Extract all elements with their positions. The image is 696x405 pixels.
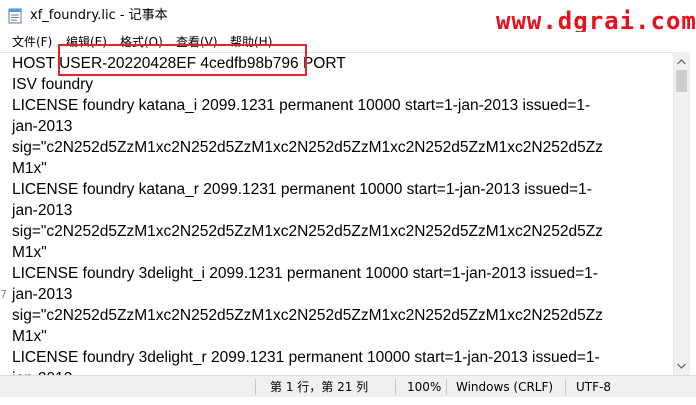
title-bar[interactable]: xf_foundry.lic - 记事本 www.dgrai.com <box>0 0 696 35</box>
status-separator <box>395 379 396 395</box>
text-line: LICENSE foundry 3delight_r 2099.1231 per… <box>12 349 600 366</box>
highlight-annotation-box <box>58 44 307 76</box>
text-line: LICENSE foundry katana_r 2099.1231 perma… <box>12 181 592 198</box>
cursor-position: 第 1 行，第 21 列 <box>270 380 369 394</box>
text-line: jan-2013 <box>12 286 73 303</box>
vertical-scrollbar[interactable] <box>673 52 690 375</box>
text-line: jan-2013 <box>12 118 73 135</box>
chevron-down-icon[interactable] <box>674 358 689 373</box>
status-separator <box>565 379 566 395</box>
text-line: jan-2013 <box>12 202 73 219</box>
menu-file[interactable]: 文件(F) <box>12 33 52 51</box>
text-line: M1x" <box>12 160 47 177</box>
status-bar: 第 1 行，第 21 列 100% Windows (CRLF) UTF-8 <box>0 375 696 397</box>
status-separator <box>446 379 447 395</box>
notepad-icon <box>6 7 24 25</box>
status-separator <box>255 379 256 395</box>
text-line: sig="c2N252d5ZzM1xc2N252d5ZzM1xc2N252d5Z… <box>12 307 603 324</box>
scrollbar-thumb[interactable] <box>676 70 687 92</box>
encoding: UTF-8 <box>576 380 611 394</box>
text-line: ISV foundry <box>12 76 93 93</box>
text-line: LICENSE foundry 3delight_i 2099.1231 per… <box>12 265 598 282</box>
notepad-window: xf_foundry.lic - 记事本 www.dgrai.com 文件(F)… <box>0 0 696 405</box>
text-line: sig="c2N252d5ZzM1xc2N252d5ZzM1xc2N252d5Z… <box>12 139 603 156</box>
text-editor[interactable]: HOST USER-20220428EF 4cedfb98b796 PORT I… <box>0 52 673 375</box>
zoom-level: 100% <box>407 380 442 394</box>
window-title: xf_foundry.lic - 记事本 <box>30 8 168 23</box>
window-bottom-edge <box>0 397 696 405</box>
text-line: M1x" <box>12 244 47 261</box>
text-line: LICENSE foundry katana_i 2099.1231 perma… <box>12 97 591 114</box>
line-ending: Windows (CRLF) <box>456 380 554 394</box>
text-line: sig="c2N252d5ZzM1xc2N252d5ZzM1xc2N252d5Z… <box>12 223 603 240</box>
chevron-up-icon[interactable] <box>674 54 689 69</box>
left-edge-mark: 7 <box>0 288 7 301</box>
text-line: jan-2013 <box>12 368 72 375</box>
text-line: M1x" <box>12 328 47 345</box>
